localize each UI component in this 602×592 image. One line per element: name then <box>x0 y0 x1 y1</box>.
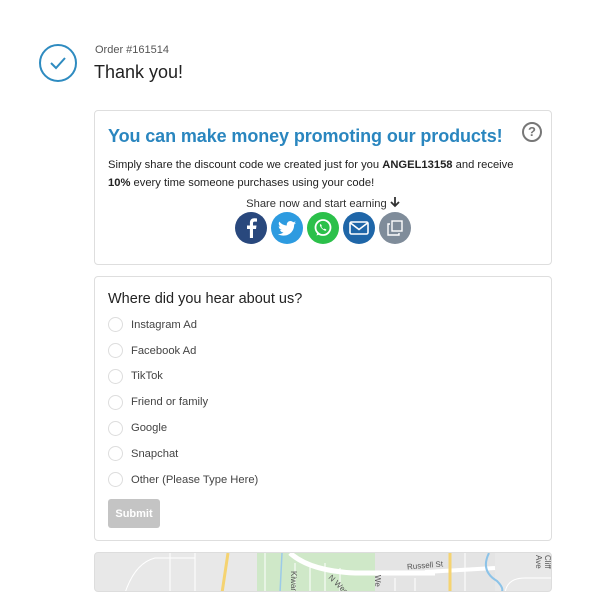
map-label-we: We <box>373 575 382 587</box>
survey-card: Where did you hear about us? Instagram A… <box>94 276 552 541</box>
survey-option-other[interactable]: Other (Please Type Here) <box>108 467 258 493</box>
copy-code-button[interactable] <box>379 212 411 244</box>
radio-button[interactable] <box>108 317 123 333</box>
twitter-icon <box>278 220 296 236</box>
promo-text-part: and receive <box>452 159 514 171</box>
facebook-icon <box>247 218 257 238</box>
option-label: Facebook Ad <box>131 344 197 357</box>
page-title: Thank you! <box>94 62 184 82</box>
survey-options: Instagram Ad Facebook Ad TikTok Friend o… <box>108 312 258 493</box>
share-email-button[interactable] <box>343 212 375 244</box>
option-label: Friend or family <box>131 396 209 409</box>
whatsapp-icon <box>314 219 332 236</box>
success-check-icon <box>39 44 77 82</box>
radio-button[interactable] <box>108 394 123 410</box>
survey-option-google[interactable]: Google <box>108 415 258 441</box>
submit-button[interactable]: Submit <box>108 499 160 528</box>
share-buttons <box>235 212 411 244</box>
map-label-kiwanis: Kiwan <box>289 571 298 592</box>
email-icon <box>349 221 369 235</box>
share-facebook-button[interactable] <box>235 212 267 244</box>
option-label: Google <box>131 422 168 435</box>
map-label-cliff-ave: Cliff Ave <box>534 555 552 569</box>
radio-button[interactable] <box>108 446 123 462</box>
order-number: Order #161514 <box>95 44 169 56</box>
share-prompt-text: Share now and start earning <box>246 198 387 210</box>
radio-button[interactable] <box>108 420 123 436</box>
survey-option-instagram[interactable]: Instagram Ad <box>108 312 258 338</box>
survey-option-snapchat[interactable]: Snapchat <box>108 441 258 467</box>
promo-card: You can make money promoting our product… <box>94 110 552 265</box>
radio-button[interactable] <box>108 343 123 359</box>
option-label: Snapchat <box>131 447 179 460</box>
option-label: Instagram Ad <box>131 318 197 331</box>
commission-percent: 10% <box>108 177 131 189</box>
promo-text: Simply share the discount code we create… <box>108 156 538 192</box>
discount-code: ANGEL13158 <box>382 159 453 171</box>
map-roads <box>125 553 551 591</box>
survey-option-friend[interactable]: Friend or family <box>108 389 258 415</box>
map[interactable]: Russell St Kiwan N West We Cliff Ave <box>94 552 552 592</box>
survey-option-facebook[interactable]: Facebook Ad <box>108 338 258 364</box>
share-whatsapp-button[interactable] <box>307 212 339 244</box>
radio-button[interactable] <box>108 368 123 384</box>
radio-button[interactable] <box>108 472 123 488</box>
option-label: TikTok <box>131 370 163 383</box>
copy-icon <box>387 220 403 236</box>
promo-text-part: every time someone purchases using your … <box>130 177 375 189</box>
promo-title: You can make money promoting our product… <box>108 126 503 146</box>
survey-option-tiktok[interactable]: TikTok <box>108 364 258 390</box>
arrow-down-icon <box>390 197 400 208</box>
share-twitter-button[interactable] <box>271 212 303 244</box>
help-icon[interactable]: ? <box>522 122 542 142</box>
promo-text-part: Simply share the discount code we create… <box>108 159 383 171</box>
option-label: Other (Please Type Here) <box>131 473 259 486</box>
share-prompt: Share now and start earning <box>95 197 551 210</box>
survey-question: Where did you hear about us? <box>108 291 303 307</box>
